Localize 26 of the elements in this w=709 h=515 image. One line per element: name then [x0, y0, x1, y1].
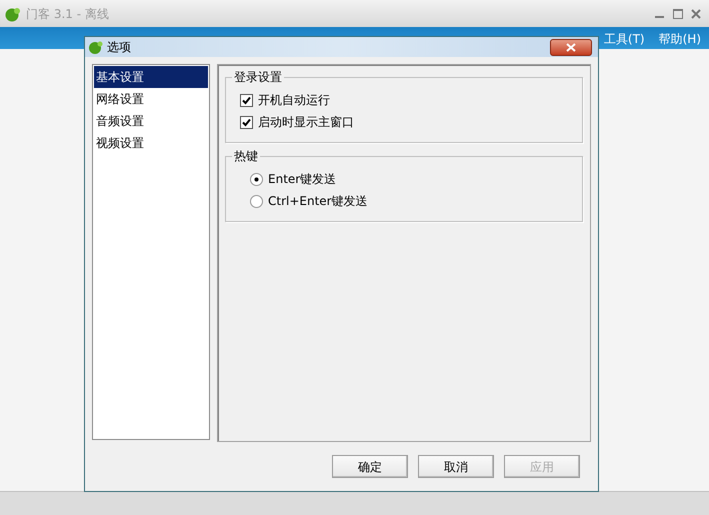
category-item[interactable]: 音频设置: [94, 110, 208, 132]
option-label: Enter键发送: [268, 171, 336, 188]
menu-item[interactable]: 帮助(H): [658, 30, 701, 48]
radio-button[interactable]: [250, 172, 263, 186]
close-icon: [566, 42, 576, 52]
close-button[interactable]: [550, 38, 592, 56]
app-logo-icon: [88, 40, 104, 54]
app-logo-icon: [4, 6, 22, 22]
close-icon[interactable]: [691, 8, 701, 18]
group-title: 热键: [232, 148, 260, 164]
maximize-icon[interactable]: [673, 8, 683, 18]
option-label: Ctrl+Enter键发送: [268, 193, 368, 210]
window-title: 门客 3.1 - 离线: [26, 6, 109, 22]
checkbox[interactable]: [240, 116, 253, 128]
checkbox[interactable]: [240, 94, 253, 106]
category-item[interactable]: 视频设置: [94, 132, 208, 154]
category-item[interactable]: 网络设置: [94, 88, 208, 110]
category-item[interactable]: 基本设置: [94, 66, 208, 88]
radio-button[interactable]: [250, 194, 263, 208]
dialog-button[interactable]: 确定: [332, 455, 408, 478]
group-title: 登录设置: [232, 69, 284, 85]
option-label: 开机自动运行: [258, 92, 330, 109]
dialog-title: 选项: [107, 39, 131, 56]
option-label: 启动时显示主窗口: [258, 114, 354, 131]
menu-item[interactable]: 工具(T): [604, 30, 645, 48]
dialog-button[interactable]: 取消: [418, 455, 494, 478]
